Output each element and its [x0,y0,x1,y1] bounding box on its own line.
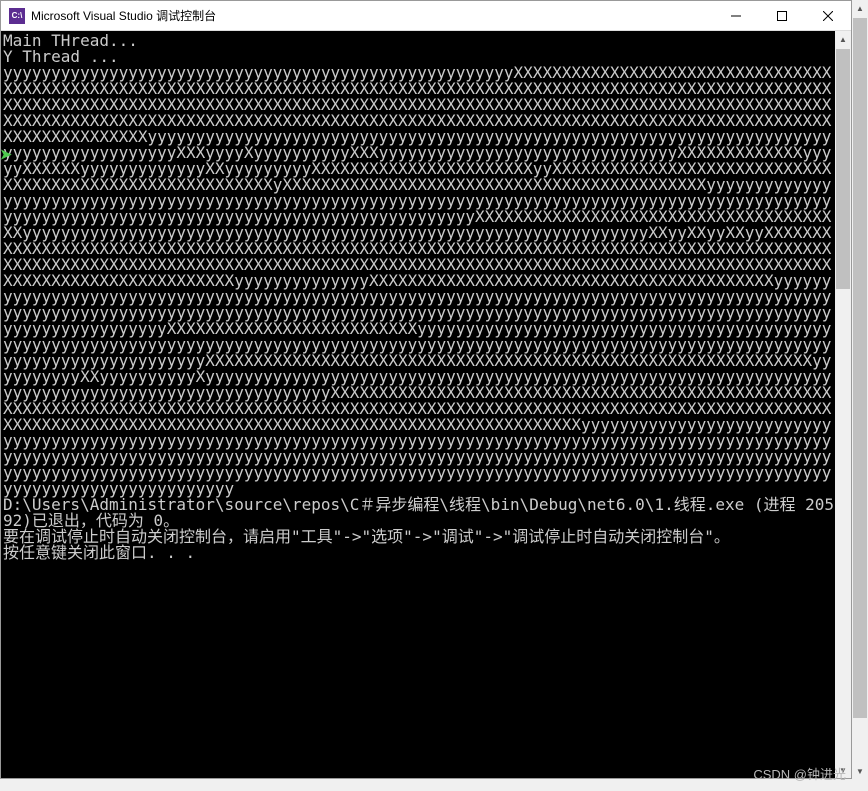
app-icon-text: C:\ [12,11,23,20]
app-icon: C:\ [9,8,25,24]
scroll-up-icon[interactable]: ▲ [852,0,868,16]
console-area: Main THread... Y Thread ... yyyyyyyyyyyy… [1,31,851,778]
close-icon [823,11,833,21]
scrollbar-thumb[interactable] [853,18,867,718]
scroll-up-icon[interactable]: ▲ [835,31,851,47]
maximize-button[interactable] [759,1,805,30]
minimize-icon [731,11,741,21]
titlebar: C:\ Microsoft Visual Studio 调试控制台 [1,1,851,31]
breakpoint-arrow-icon: ➤ [0,146,12,163]
titlebar-buttons [713,1,851,30]
window-title: Microsoft Visual Studio 调试控制台 [31,7,713,24]
scrollbar-thumb[interactable] [836,49,850,289]
minimize-button[interactable] [713,1,759,30]
console-output[interactable]: Main THread... Y Thread ... yyyyyyyyyyyy… [1,31,835,778]
maximize-icon [777,11,787,21]
console-window: C:\ Microsoft Visual Studio 调试控制台 Main T… [0,0,852,779]
watermark: CSDN @钟进光 [753,764,846,783]
scroll-down-icon[interactable]: ▼ [852,763,868,779]
close-button[interactable] [805,1,851,30]
outer-scrollbar[interactable]: ▲ ▼ [852,0,868,779]
vertical-scrollbar[interactable]: ▲ ▼ [835,31,851,778]
